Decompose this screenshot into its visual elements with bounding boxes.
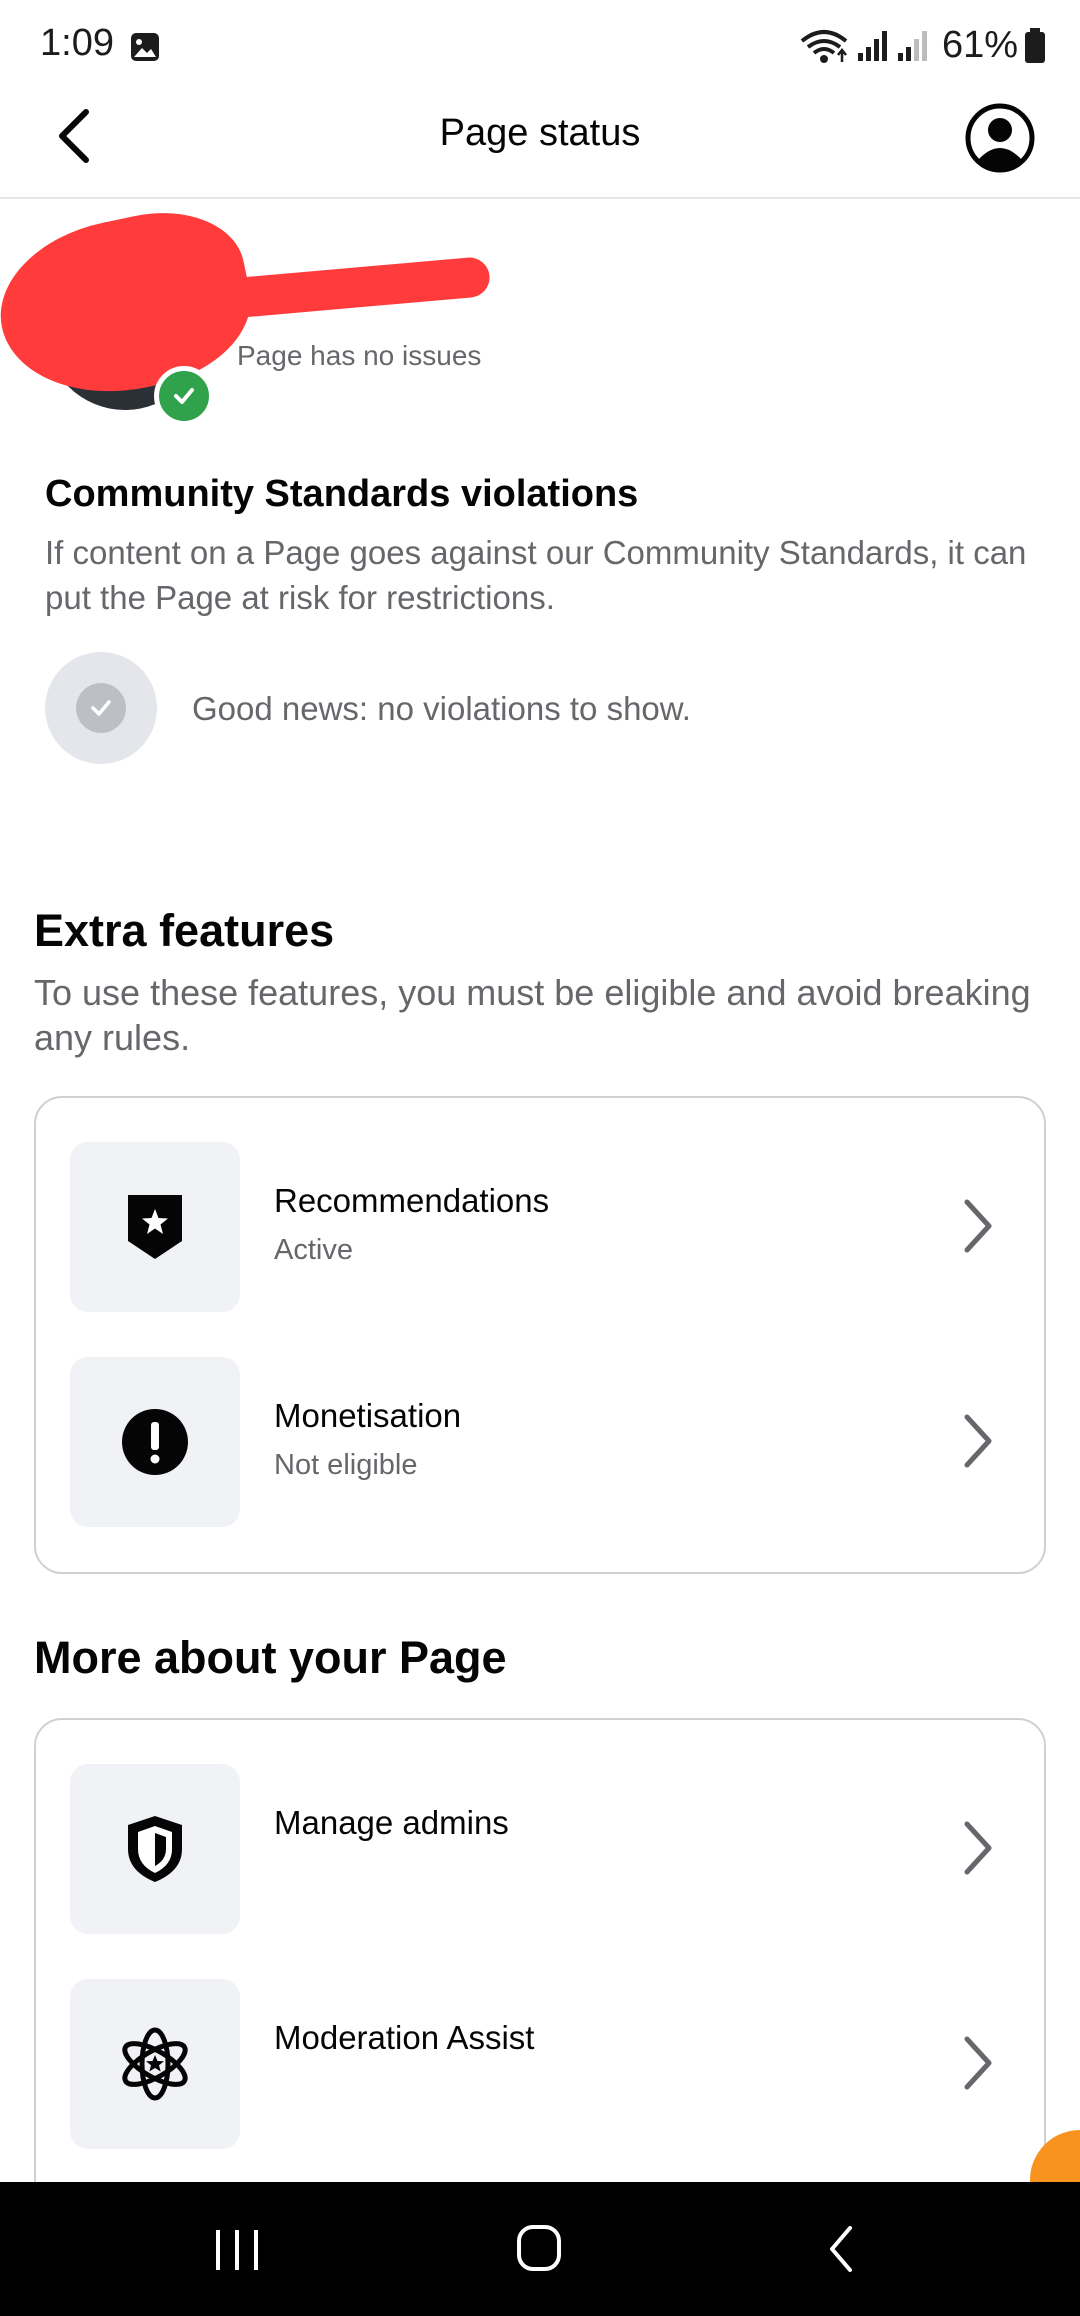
- community-standards-title: Community Standards violations: [45, 473, 639, 515]
- exclamation-icon: [70, 1357, 240, 1527]
- moderation-assist-row[interactable]: Moderation Assist: [70, 1979, 1010, 2149]
- status-icons: 61%: [798, 24, 1046, 67]
- gallery-notification-icon: [131, 33, 159, 61]
- nav-back-icon[interactable]: [826, 2224, 856, 2274]
- home-icon[interactable]: [516, 2224, 562, 2272]
- chevron-right-icon: [964, 1414, 992, 1468]
- recommendations-row[interactable]: Recommendations Active: [70, 1142, 1010, 1312]
- signal-2-icon: [897, 30, 927, 61]
- monetisation-status: Not eligible: [274, 1449, 418, 1481]
- chevron-right-icon: [964, 1199, 992, 1253]
- recommendations-status: Active: [274, 1234, 353, 1266]
- signal-icon: [857, 30, 887, 61]
- moderation-assist-label: Moderation Assist: [274, 2019, 535, 2056]
- header-divider: [0, 197, 1080, 199]
- monetisation-label: Monetisation: [274, 1397, 462, 1434]
- no-violations-text: Good news: no violations to show.: [192, 690, 691, 727]
- manage-admins-row[interactable]: Manage admins: [70, 1764, 1010, 1934]
- extra-features-description: To use these features, you must be eligi…: [34, 972, 1031, 1058]
- recommendations-label: Recommendations: [274, 1182, 550, 1219]
- battery-percent: 61%: [941, 24, 1018, 66]
- shield-icon: [70, 1764, 240, 1934]
- manage-admins-label: Manage admins: [274, 1804, 509, 1841]
- community-standards-description: If content on a Page goes against our Co…: [45, 534, 1027, 616]
- extra-features-title: Extra features: [34, 905, 335, 956]
- chevron-right-icon: [964, 2036, 992, 2090]
- chevron-right-icon: [964, 1821, 992, 1875]
- battery-icon: [1025, 27, 1045, 63]
- page-title: Page status: [439, 112, 641, 154]
- atom-star-icon: [70, 1979, 240, 2149]
- no-issues-check-icon: [154, 366, 214, 426]
- redaction-mark-name: [208, 255, 492, 321]
- monetisation-row[interactable]: Monetisation Not eligible: [70, 1357, 1010, 1527]
- no-violations-icon: [45, 652, 157, 764]
- wifi-icon: [800, 29, 848, 63]
- status-time: 1:09: [40, 22, 114, 64]
- badge-star-icon: [70, 1142, 240, 1312]
- recent-apps-icon[interactable]: [210, 2228, 264, 2272]
- page-status-text: Page has no issues: [237, 340, 482, 371]
- account-icon[interactable]: [964, 102, 1036, 174]
- more-about-title: More about your Page: [34, 1632, 507, 1683]
